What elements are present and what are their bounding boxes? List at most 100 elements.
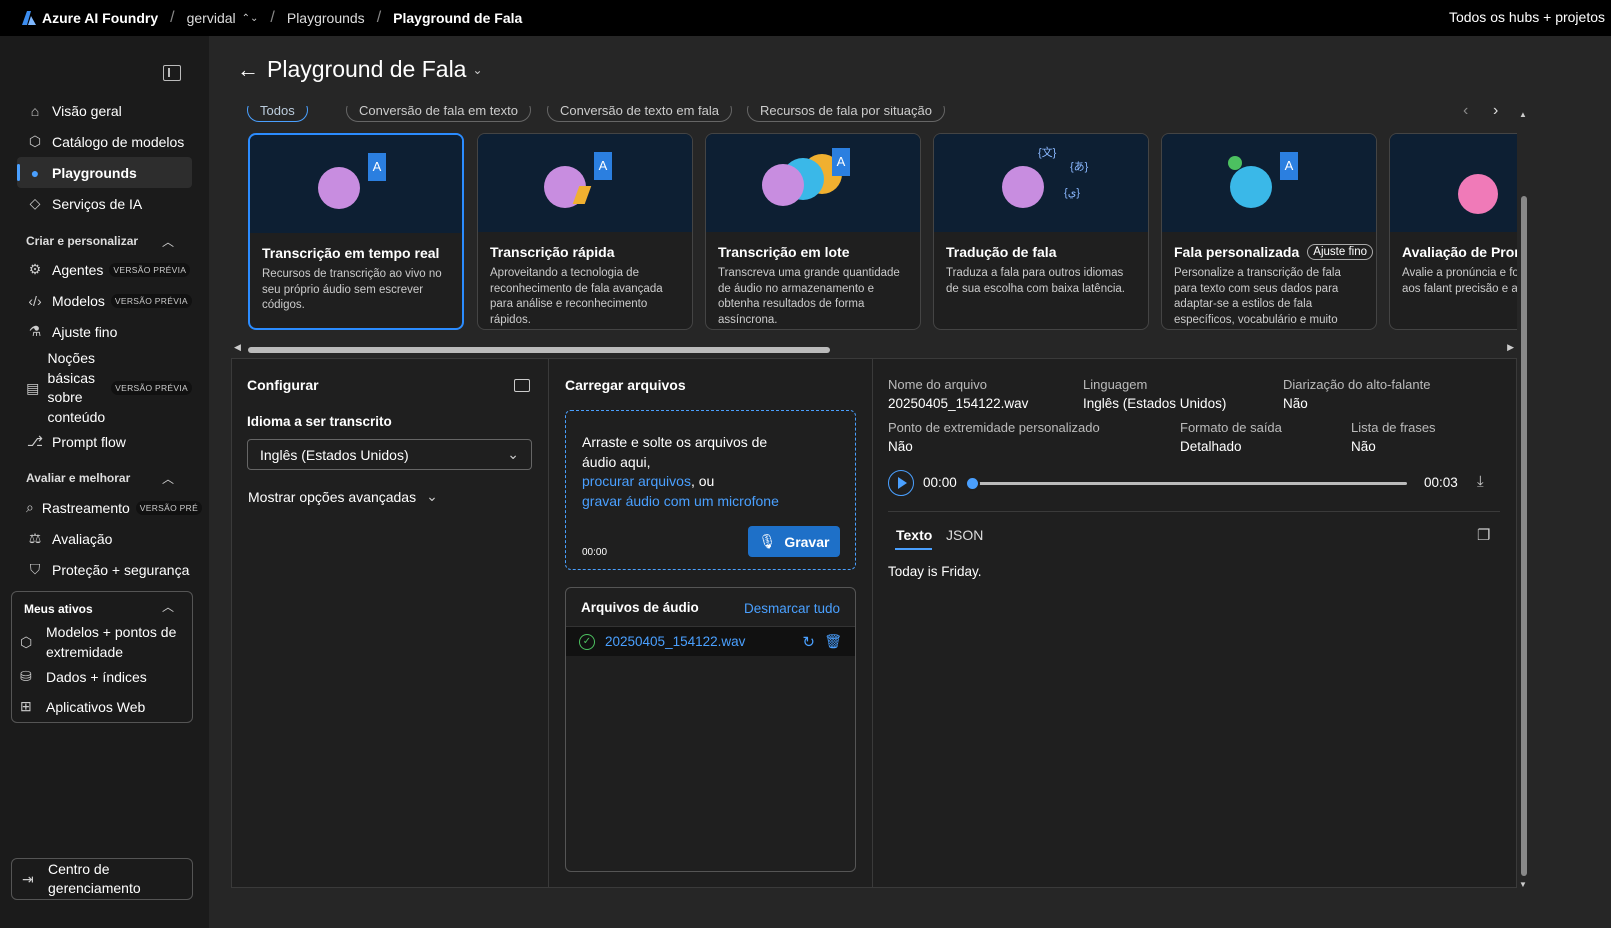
collapse-sidebar-icon[interactable] [163, 65, 181, 81]
advanced-options-label: Mostrar opções avançadas [248, 488, 417, 505]
card-illustration [1390, 134, 1517, 232]
sidebar-item-catalog[interactable]: ⬡ Catálogo de modelos [17, 126, 192, 157]
sidebar-item-ai-services[interactable]: ◇ Serviços de IA [17, 188, 192, 219]
sidebar-item-models[interactable]: ‹/› Modelos VERSÃO PRÉVIA [17, 285, 192, 316]
card-title: Transcrição em tempo real [262, 245, 440, 261]
card-batch[interactable]: A Transcrição em lote Transcreva uma gra… [705, 133, 921, 330]
management-center-button[interactable]: ⇥ Centro de gerenciamento [11, 858, 193, 900]
label-phrases: Lista de frases [1351, 420, 1436, 435]
audio-files-list: Arquivos de áudio Desmarcar tudo ✓ 20250… [565, 587, 856, 872]
sidebar-item-label: Noções básicas sobre conteúdo [47, 350, 106, 425]
scale-icon: ⚖ [28, 530, 42, 546]
breadcrumb-separator: / [170, 9, 175, 26]
language-select-value: Inglês (Estados Unidos) [260, 447, 409, 463]
sidebar-item-label: Rastreamento [41, 499, 130, 516]
section-label: Avaliar e melhorar [26, 471, 131, 485]
sidebar-item-prompt-flow[interactable]: ⎇ Prompt flow [17, 426, 192, 457]
sidebar-item-overview[interactable]: ⌂ Visão geral [17, 95, 192, 126]
seek-bar[interactable] [972, 482, 1407, 485]
card-fast[interactable]: A Transcrição rápida Aproveitando a tecn… [477, 133, 693, 330]
label-diarization: Diarização do alto-falante [1283, 377, 1431, 392]
scrollbar-thumb[interactable] [1521, 196, 1527, 876]
page-scrollbar[interactable]: ▲ ▼ [1519, 110, 1529, 890]
card-desc: Traduza a fala para outros idiomas de su… [946, 267, 1125, 295]
retry-icon[interactable]: ↻ [802, 633, 815, 651]
sidebar-item-label: Modelos [52, 292, 105, 309]
brand[interactable]: Azure AI Foundry [22, 10, 158, 26]
seek-handle[interactable] [965, 476, 980, 491]
divider [548, 358, 549, 888]
chevron-down-icon: ⌄ [426, 488, 438, 504]
sidebar-item-label: Modelos + pontos de extremidade [46, 624, 177, 660]
divider [872, 358, 873, 888]
label-format: Formato de saída [1180, 420, 1282, 435]
advanced-options-toggle[interactable]: Mostrar opções avançadas ⌄ [248, 488, 438, 505]
sidebar-item-label: Serviços de IA [52, 195, 143, 212]
card-realtime[interactable]: A Transcrição em tempo real Recursos de … [248, 133, 464, 330]
record-button[interactable]: 🎙 Gravar [748, 526, 840, 557]
chevron-up-icon[interactable]: ︿ [162, 598, 174, 615]
sidebar-item-playgrounds[interactable]: ● Playgrounds [17, 157, 192, 188]
tab-indicator [895, 548, 932, 550]
language-select[interactable]: Inglês (Estados Unidos) ⌄ [247, 439, 532, 470]
azure-logo-icon [22, 11, 36, 25]
sidebar-item-label: Dados + índices [46, 668, 147, 685]
chevron-down-icon: ⌄ [507, 446, 519, 462]
sidebar-item-tracing[interactable]: ⌕ Rastreamento VERSÃO PRÉ [17, 492, 203, 523]
sidebar-item-safety[interactable]: ⛉ Proteção + segurança [17, 554, 192, 585]
audio-files-title: Arquivos de áudio [581, 600, 699, 615]
tab-text[interactable]: Texto [896, 527, 932, 543]
tracing-icon: ⌕ [26, 499, 34, 515]
file-row[interactable]: ✓ 20250405_154122.wav ↻ 🗑 [566, 626, 855, 656]
card-translation[interactable]: {文} {あ} {ي} Tradução de fala Traduza a f… [933, 133, 1149, 330]
card-pronunciation[interactable]: Avaliação de Pronú Avalie a pronúncia e … [1389, 133, 1517, 330]
play-icon[interactable] [888, 470, 914, 496]
section-assets[interactable]: Meus ativos [24, 602, 93, 616]
link-icon: ◇ [29, 195, 41, 211]
agent-icon: ⚙ [28, 261, 42, 277]
card-title: Tradução de fala [946, 244, 1057, 260]
scroll-left-icon[interactable]: ◀ [234, 342, 241, 353]
sidebar-item-agents[interactable]: ⚙ Agentes VERSÃO PRÉVIA [17, 254, 192, 285]
label-filename: Nome do arquivo [888, 377, 987, 392]
scroll-down-icon[interactable]: ▼ [1519, 880, 1527, 889]
sidebar-item-data[interactable]: ⛁ Dados + índices [20, 668, 147, 685]
breadcrumb-project[interactable]: gervidal [187, 10, 236, 26]
tab-json[interactable]: JSON [946, 527, 983, 543]
value-filename: 20250405_154122.wav [888, 396, 1029, 411]
sidebar-item-fine-tuning[interactable]: ⚗ Ajuste fino [17, 316, 192, 347]
sidebar-item-label: Proteção + segurança [52, 561, 190, 578]
preview-badge: VERSÃO PRÉVIA [111, 381, 192, 395]
sidebar-item-evaluation[interactable]: ⚖ Avaliação [17, 523, 192, 554]
scroll-up-icon[interactable]: ▲ [1519, 110, 1527, 119]
sidebar-item-label: Prompt flow [52, 433, 126, 450]
scrollbar-thumb[interactable] [248, 347, 830, 353]
scroll-right-icon[interactable]: ▶ [1507, 342, 1514, 353]
audio-player: 00:00 00:03 ⤓ [888, 470, 1500, 498]
sidebar-item-content-understanding[interactable]: ▤ Noções básicas sobre conteúdo VERSÃO PRÉ… [17, 348, 192, 428]
card-illustration: A [478, 134, 692, 232]
download-icon[interactable]: ⤓ [1477, 473, 1484, 490]
file-name-link[interactable]: 20250405_154122.wav [605, 634, 745, 649]
copy-icon[interactable]: ❐ [1477, 526, 1490, 544]
cards-scrollbar[interactable]: ◀ ▶ [234, 342, 1514, 355]
card-custom-speech[interactable]: A Fala personalizada Ajuste fino Personal… [1161, 133, 1377, 330]
section-evaluate[interactable]: Avaliar e melhorar ︿ [26, 471, 174, 486]
sidebar-item-models-endpoints[interactable]: ⬡ Modelos + pontos de extremidade [20, 623, 186, 662]
transcript-text: Today is Friday. [888, 564, 982, 579]
card-title: Transcrição rápida [490, 244, 615, 260]
sidebar-item-webapps[interactable]: ⊞ Aplicativos Web [20, 698, 145, 715]
sidebar-item-label: Playgrounds [52, 164, 137, 181]
flow-icon: ⎇ [26, 433, 44, 449]
record-audio-link[interactable]: gravar áudio com um microfone [582, 493, 779, 509]
card-illustration: A [250, 135, 462, 233]
code-icon: ‹/› [28, 292, 42, 309]
preview-badge: VERSÃO PRÉ [135, 500, 203, 515]
file-dropzone[interactable]: Arraste e solte os arquivos de áudio aqu… [565, 410, 856, 570]
section-create[interactable]: Criar e personalizar ︿ [26, 234, 174, 249]
collapse-panel-icon[interactable] [514, 379, 530, 392]
delete-icon[interactable]: 🗑 [824, 633, 842, 650]
browse-files-link[interactable]: procurar arquivos [582, 473, 691, 489]
deselect-all-link[interactable]: Desmarcar tudo [744, 601, 840, 616]
cube-icon: ⬡ [20, 634, 33, 650]
